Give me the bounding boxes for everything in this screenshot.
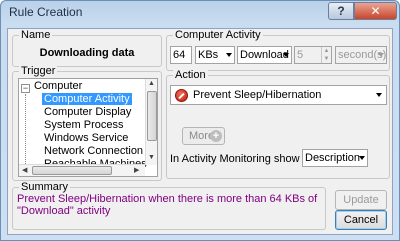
- cancel-button[interactable]: Cancel: [335, 210, 387, 230]
- tree-vertical-scrollbar[interactable]: ▲ ▼: [145, 79, 157, 165]
- show-dropdown[interactable]: Description: [302, 149, 368, 167]
- prohibited-icon: [175, 89, 188, 102]
- summary-label: Summary: [19, 181, 71, 193]
- help-button[interactable]: ?: [328, 2, 354, 20]
- computer-activity-group: Computer Activity 64 KBs Download 5 ▲ ▼ s…: [166, 29, 390, 71]
- action-label: Action: [173, 69, 208, 81]
- name-label: Name: [19, 29, 53, 41]
- show-label: In Activity Monitoring show: [170, 153, 300, 165]
- action-value: Prevent Sleep/Hibernation: [193, 89, 322, 101]
- duration-unit-dropdown: second(s): [335, 46, 387, 64]
- tree-item-label: Computer Activity: [42, 93, 132, 105]
- computer-activity-label: Computer Activity: [173, 29, 263, 41]
- plus-icon: +: [210, 130, 222, 142]
- close-button[interactable]: ✕: [354, 2, 397, 20]
- direction-value: Download: [240, 49, 289, 61]
- chevron-down-icon: [283, 53, 289, 57]
- chevron-down-icon: [226, 53, 232, 57]
- more-button: More +: [182, 127, 225, 145]
- vertical-scroll-thumb[interactable]: [147, 91, 157, 141]
- tree-item-computer-display[interactable]: Computer Display: [44, 106, 131, 119]
- rule-creation-window: Rule Creation ? ✕ Name Downloading data …: [0, 0, 400, 241]
- chevron-down-icon: [378, 53, 384, 57]
- close-icon: ✕: [370, 4, 381, 18]
- scroll-down-icon[interactable]: ▼: [148, 154, 155, 161]
- chevron-down-icon: [359, 156, 365, 160]
- scroll-right-icon[interactable]: ▶: [134, 166, 139, 174]
- action-dropdown[interactable]: Prevent Sleep/Hibernation: [170, 85, 387, 105]
- spinner-icon: ▲ ▼: [321, 47, 331, 63]
- rule-name[interactable]: Downloading data: [13, 47, 161, 59]
- tree-horizontal-scrollbar[interactable]: ◀ ▶: [19, 164, 145, 176]
- tree-node-label: Computer: [34, 80, 83, 92]
- title-bar[interactable]: Rule Creation ? ✕: [1, 1, 399, 23]
- tree-item-label: System Process: [44, 119, 124, 131]
- unit-value: KBs: [198, 49, 219, 61]
- horizontal-scroll-thumb[interactable]: [32, 166, 112, 175]
- update-button: Update: [335, 190, 387, 210]
- tree-item-label: Computer Display: [44, 106, 132, 118]
- show-value: Description: [305, 152, 361, 164]
- summary-text: Prevent Sleep/Hibernation when there is …: [17, 193, 318, 217]
- tree-item-computer-activity[interactable]: Computer Activity: [42, 93, 132, 106]
- tree-item-windows-service[interactable]: Windows Service: [44, 132, 128, 145]
- unit-dropdown[interactable]: KBs: [195, 46, 235, 64]
- scroll-left-icon[interactable]: ◀: [22, 166, 27, 174]
- tree-item-network-connection[interactable]: Network Connection: [44, 145, 143, 158]
- dialog-body: Name Downloading data Trigger − Computer…: [7, 28, 393, 235]
- direction-dropdown[interactable]: Download: [237, 46, 292, 64]
- summary-group: Summary Prevent Sleep/Hibernation when t…: [12, 181, 326, 230]
- chevron-down-icon: [376, 93, 382, 97]
- scroll-up-icon[interactable]: ▲: [148, 80, 155, 87]
- tree-item-label: Network Connection: [44, 145, 144, 157]
- tree-item-system-process[interactable]: System Process: [44, 119, 123, 132]
- tree-node-computer[interactable]: − Computer: [19, 80, 145, 93]
- collapse-icon[interactable]: −: [21, 84, 30, 93]
- trigger-label: Trigger: [19, 65, 58, 77]
- trigger-group: Trigger − Computer Computer Activity Com…: [12, 65, 162, 181]
- window-title: Rule Creation: [9, 5, 83, 19]
- trigger-tree[interactable]: − Computer Computer Activity Computer Di…: [18, 78, 158, 177]
- duration-value: 5: [297, 49, 304, 61]
- name-group: Name Downloading data: [12, 29, 162, 67]
- tree-guide-line: [25, 94, 26, 164]
- duration-input: 5 ▲ ▼: [294, 46, 332, 64]
- tree-item-label: Windows Service: [44, 132, 129, 144]
- amount-input[interactable]: 64: [170, 46, 192, 64]
